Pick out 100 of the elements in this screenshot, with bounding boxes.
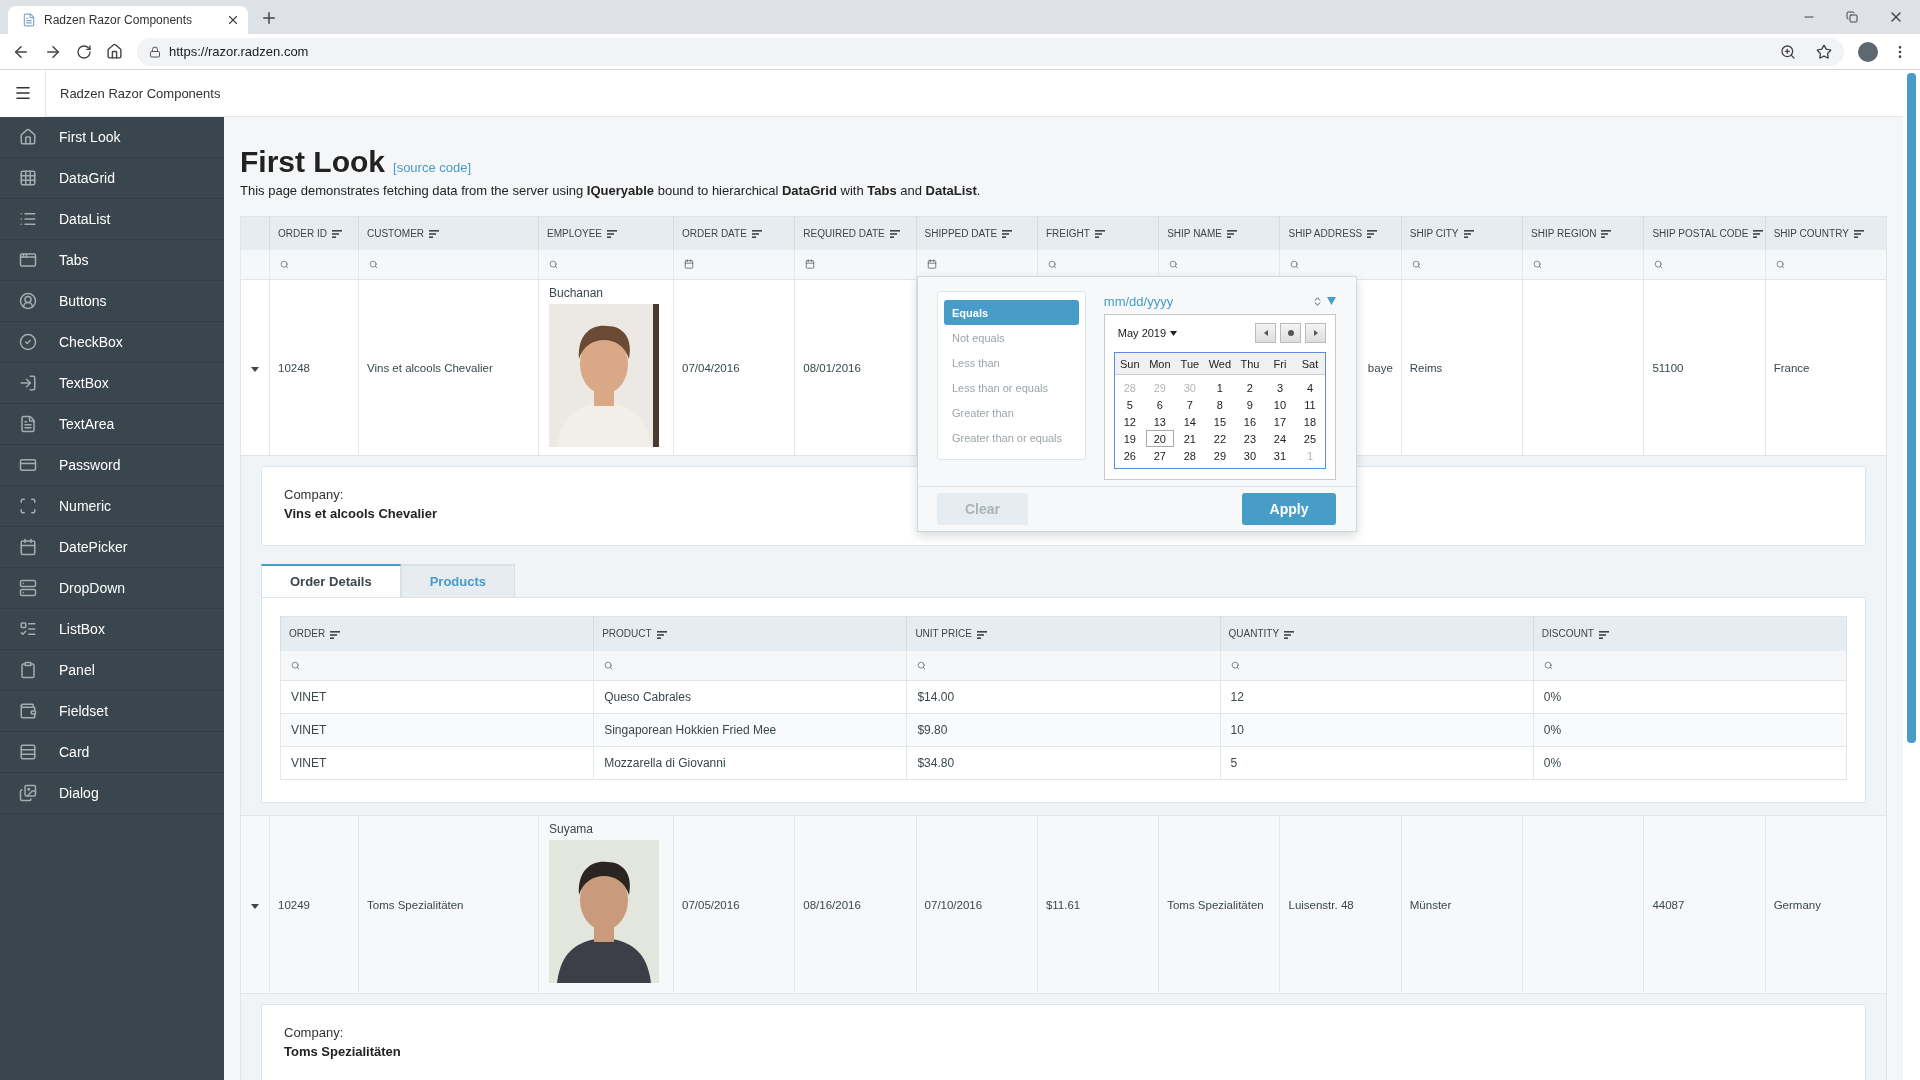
restore-icon[interactable] [1846,11,1858,23]
column-header[interactable]: CUSTOMER [358,216,539,250]
calendar-day[interactable]: 25 [1295,430,1324,447]
calendar-day[interactable]: 6 [1145,396,1174,413]
column-header[interactable]: SHIP REGION [1522,216,1644,250]
search-icon[interactable] [1047,260,1057,270]
calendar-day[interactable]: 15 [1205,413,1234,430]
sidebar-item[interactable]: Panel [0,650,224,691]
search-icon[interactable] [1654,260,1664,270]
scrollbar-thumb[interactable] [1907,73,1916,743]
calendar-day[interactable]: 21 [1175,430,1204,447]
calendar-day[interactable]: 28 [1175,447,1204,464]
calendar-day[interactable]: 20 [1145,430,1174,447]
column-header[interactable]: FREIGHT [1037,216,1159,250]
calendar-day[interactable]: 5 [1115,396,1144,413]
next-month-button[interactable] [1305,323,1326,343]
search-icon[interactable] [1230,661,1240,671]
calendar-day[interactable]: 18 [1295,413,1324,430]
column-header[interactable]: PRODUCT [593,616,907,651]
calendar-day[interactable]: 30 [1235,447,1264,464]
caret-down-icon[interactable] [1327,297,1336,305]
column-header[interactable]: SHIPPED DATE [916,216,1038,250]
calendar-day[interactable]: 23 [1235,430,1264,447]
sidebar-item[interactable]: CheckBox [0,322,224,363]
calendar-day[interactable]: 26 [1115,447,1144,464]
calendar-icon[interactable] [805,259,816,270]
search-icon[interactable] [1543,661,1553,671]
search-icon[interactable] [549,260,558,270]
credit-card-icon [19,456,37,474]
sidebar-item[interactable]: Buttons [0,281,224,322]
sidebar-item[interactable]: Password [0,445,224,486]
sidebar-item[interactable]: DataList [0,199,224,240]
calendar-day[interactable]: 13 [1145,413,1174,430]
calendar-day[interactable]: 29 [1205,447,1234,464]
sidebar-item[interactable]: ListBox [0,609,224,650]
column-header[interactable]: SHIP POSTAL CODE [1643,216,1766,250]
sidebar-item[interactable]: Dialog [0,773,224,814]
zoom-icon[interactable] [1780,43,1796,60]
calendar-day[interactable]: 19 [1115,430,1144,447]
calendar-day[interactable]: 8 [1205,396,1234,413]
calendar-day[interactable]: 12 [1115,413,1144,430]
column-header[interactable]: SHIP CITY [1401,216,1523,250]
search-icon[interactable] [1533,260,1543,270]
calendar-icon[interactable] [684,259,694,270]
column-header[interactable]: REQUIRED DATE [794,216,917,250]
previous-month-button[interactable] [1255,323,1276,343]
search-icon[interactable] [604,661,614,671]
calendar-day[interactable]: 22 [1205,430,1234,447]
column-header[interactable]: ORDER ID [269,216,359,250]
calendar-day[interactable]: 7 [1175,396,1204,413]
tab[interactable]: Order Details [261,564,401,597]
avatar[interactable] [1858,41,1878,62]
column-header[interactable]: ORDER [280,616,594,651]
spinner-icon[interactable] [1312,295,1323,307]
search-icon[interactable] [1169,260,1179,270]
sidebar-item[interactable]: TextArea [0,404,224,445]
column-header[interactable]: EMPLOYEE [538,216,674,250]
browser-tab[interactable]: Radzen Razor Components [8,6,248,34]
calendar-day[interactable]: 11 [1295,396,1324,413]
sidebar-item[interactable]: DatePicker [0,527,224,568]
sidebar-item[interactable]: Fieldset [0,691,224,732]
sidebar-item[interactable]: Tabs [0,240,224,281]
sidebar-item[interactable]: DropDown [0,568,224,609]
calendar-day[interactable]: 4 [1295,379,1324,396]
search-icon[interactable] [1775,260,1785,270]
reload-icon[interactable] [76,43,92,60]
calendar-icon[interactable] [926,259,937,270]
sidebar-item[interactable]: TextBox [0,363,224,404]
address-field[interactable]: https://razor.radzen.com [137,37,1844,66]
menu-icon[interactable] [0,69,46,117]
search-icon[interactable] [1290,260,1300,270]
calendar-day[interactable]: 27 [1145,447,1174,464]
column-header[interactable]: SHIP ADDRESS [1280,216,1402,250]
search-icon[interactable] [280,260,289,270]
column-header[interactable]: SHIP COUNTRY [1765,216,1887,250]
sidebar-item[interactable]: DataGrid [0,158,224,199]
column-header[interactable]: SHIP NAME [1158,216,1280,250]
search-icon[interactable] [917,661,927,671]
today-button[interactable] [1280,323,1301,343]
calendar-day[interactable]: 2 [1235,379,1264,396]
column-header[interactable]: QUANTITY [1220,616,1534,651]
column-header[interactable]: ORDER DATE [673,216,795,250]
search-icon[interactable] [1411,260,1421,270]
search-icon[interactable] [291,661,300,671]
new-tab-icon[interactable] [260,9,278,27]
calendar-day[interactable]: 9 [1235,396,1264,413]
month-select[interactable]: May 2019 [1113,327,1182,339]
calendar-day[interactable]: 1 [1205,379,1234,396]
sidebar-item[interactable]: First Look [0,117,224,158]
calendar-day[interactable]: 16 [1235,413,1264,430]
search-icon[interactable] [369,260,378,270]
sidebar-item[interactable]: Card [0,732,224,773]
sort-icon [331,230,342,239]
home-icon[interactable] [106,43,123,60]
column-header[interactable]: DISCOUNT [1533,616,1847,651]
calendar-day[interactable]: 14 [1175,413,1204,430]
sidebar-item[interactable]: Numeric [0,486,224,527]
close-icon[interactable] [226,13,240,27]
star-icon[interactable] [1816,43,1832,60]
column-header[interactable]: UNIT PRICE [906,616,1221,651]
